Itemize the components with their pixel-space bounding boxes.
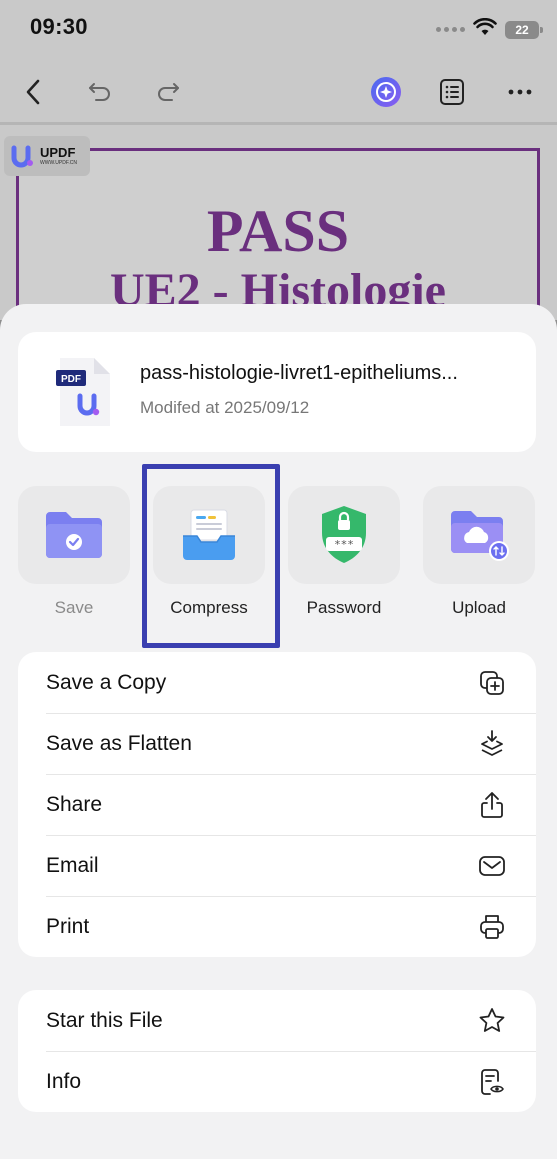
menu-item-share[interactable]: Share xyxy=(18,774,536,835)
save-label: Save xyxy=(54,598,94,617)
share-icon xyxy=(476,789,508,821)
password-action[interactable]: *** Password xyxy=(288,486,400,618)
updf-watermark-url: WWW.UPDF.CN xyxy=(40,160,77,166)
list-icon xyxy=(440,79,464,105)
doc-title-line1: PASS xyxy=(206,198,350,264)
flatten-layers-icon xyxy=(476,728,508,760)
file-info-icon xyxy=(476,1066,508,1098)
updf-watermark: UPDF WWW.UPDF.CN xyxy=(4,136,90,176)
redo-button[interactable] xyxy=(148,72,188,112)
quick-actions: Save Compress *** Password Upload xyxy=(0,464,557,648)
save-action[interactable]: Save xyxy=(18,486,130,618)
compress-tray-icon xyxy=(183,509,235,560)
menu-item-print[interactable]: Print xyxy=(18,896,536,957)
menu-item-save-flatten[interactable]: Save as Flatten xyxy=(18,713,536,774)
menu-item-label: Share xyxy=(46,792,103,816)
password-shield-icon: *** xyxy=(322,506,366,563)
menu-item-info[interactable]: Info xyxy=(18,1051,536,1112)
file-name: pass-histologie-livret1-epitheliums... xyxy=(140,362,458,384)
document-background: 09:30 22 PASS UE2 - Histologie UPDF WWW.… xyxy=(0,0,557,348)
save-tile[interactable] xyxy=(18,486,130,584)
upload-label: Upload xyxy=(452,598,506,617)
status-time: 09:30 xyxy=(30,14,88,39)
menu-item-label: Email xyxy=(46,853,99,877)
undo-icon xyxy=(89,83,110,101)
chevron-left-icon xyxy=(26,79,40,105)
upload-action[interactable]: Upload xyxy=(423,486,535,618)
mail-icon xyxy=(476,850,508,882)
upload-tile[interactable] xyxy=(423,486,535,584)
file-actions-menu: Save a Copy Save as Flatten Share Email … xyxy=(18,652,536,957)
ai-assistant-button[interactable] xyxy=(366,72,406,112)
updf-watermark-name: UPDF xyxy=(40,145,76,160)
wifi-icon xyxy=(473,17,497,41)
save-folder-icon xyxy=(46,512,102,558)
menu-item-save-copy[interactable]: Save a Copy xyxy=(18,652,536,713)
password-tile[interactable]: *** xyxy=(288,486,400,584)
menu-item-email[interactable]: Email xyxy=(18,835,536,896)
file-info-card: PDF pass-histologie-livret1-epitheliums.… xyxy=(18,332,536,452)
pdf-file-icon: PDF xyxy=(56,356,112,428)
more-horizontal-icon xyxy=(508,89,532,95)
menu-item-star[interactable]: Star this File xyxy=(18,990,536,1051)
menu-item-label: Save a Copy xyxy=(46,670,167,694)
file-options-sheet: PDF pass-histologie-livret1-epitheliums.… xyxy=(0,304,557,1159)
menu-item-label: Info xyxy=(46,1069,82,1093)
svg-text:***: *** xyxy=(334,538,354,551)
compress-label: Compress xyxy=(170,598,248,617)
back-button[interactable] xyxy=(14,72,54,112)
pdf-badge-text: PDF xyxy=(61,374,81,385)
updf-logo-icon xyxy=(11,145,33,168)
file-modified-date: Modifed at 2025/09/12 xyxy=(140,398,310,417)
compress-tile[interactable] xyxy=(153,486,265,584)
ai-assistant-icon xyxy=(371,77,401,107)
cellular-signal-icon xyxy=(436,27,465,32)
status-bar: 09:30 22 xyxy=(0,0,557,60)
redo-icon xyxy=(158,83,179,101)
more-options-button[interactable] xyxy=(500,72,540,112)
undo-button[interactable] xyxy=(80,72,120,112)
compress-action[interactable]: Compress xyxy=(153,486,265,618)
password-label: Password xyxy=(306,598,382,617)
printer-icon xyxy=(476,911,508,943)
copy-icon xyxy=(476,667,508,699)
battery-icon: 22 xyxy=(505,20,543,39)
toolbar-divider xyxy=(0,122,557,125)
star-icon xyxy=(476,1005,508,1037)
status-indicators: 22 xyxy=(436,17,543,41)
menu-item-label: Print xyxy=(46,914,90,938)
editor-toolbar xyxy=(0,62,557,122)
file-extra-menu: Star this File Info xyxy=(18,990,536,1112)
menu-item-label: Save as Flatten xyxy=(46,731,192,755)
menu-item-label: Star this File xyxy=(46,1008,163,1032)
outline-button[interactable] xyxy=(432,72,472,112)
cloud-upload-folder-icon xyxy=(451,511,509,561)
